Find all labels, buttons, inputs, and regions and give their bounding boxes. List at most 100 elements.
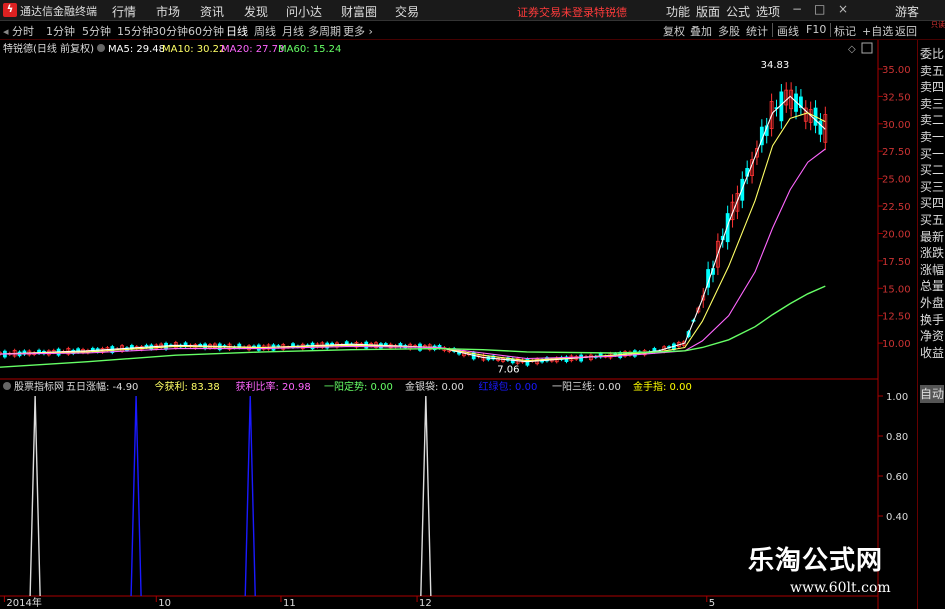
indicator-values: 五日涨幅: -4.90 今获利: 83.38 获利比率: 20.98 一阳定势: 0.… <box>66 380 692 393</box>
candle <box>789 82 794 117</box>
date-axis: 2014年 10 11 12 5 <box>3 596 715 609</box>
chart-corner-buttons: ◇ <box>848 42 873 55</box>
menu-item-options[interactable]: 选项 <box>756 3 780 20</box>
sidebar-item-3[interactable]: 卖三 <box>920 96 945 112</box>
ma10-value: MA10: 30.22 <box>162 44 225 55</box>
indicator-tick-label: 0.60 <box>886 472 908 483</box>
indicator-value: 五日涨幅: -4.90 <box>66 380 138 393</box>
indicator-spike <box>244 395 256 597</box>
period-timeshare[interactable]: ◂ 分时 <box>3 23 34 39</box>
chevron-left-icon: ◂ <box>3 25 9 38</box>
period-30min[interactable]: 30分钟 <box>152 23 188 39</box>
minimize-button[interactable]: − <box>792 2 802 16</box>
ma20-value: MA20: 27.73 <box>221 44 284 55</box>
stock-chart[interactable]: 35.00 32.50 30.00 27.50 25.00 22.50 20.00 17.50… <box>0 40 917 609</box>
sidebar-item-15[interactable]: 外盘 <box>920 295 945 311</box>
menu-item-news[interactable]: 资讯 <box>200 3 224 20</box>
panel-maximize-icon[interactable] <box>861 42 873 54</box>
indicator-spike <box>29 395 41 597</box>
price-tick-label: 30.00 <box>882 120 911 131</box>
sidebar-item-9[interactable]: 买四 <box>920 195 945 211</box>
sidebar-item-10[interactable]: 买五 <box>920 212 945 228</box>
menu-item-function[interactable]: 功能 <box>666 3 690 20</box>
sidebar-item-6[interactable]: 买一 <box>920 146 945 162</box>
toolbar-multistock[interactable]: 多股 <box>718 23 740 39</box>
auto-button[interactable]: 自动 <box>920 385 944 403</box>
toolbar-overlay[interactable]: 叠加 <box>690 23 712 39</box>
right-sidebar: 委比 卖五 卖四 卖三 卖二 卖一 买一 买二 买三 买四 买五 最新 涨跌 涨幅 总量 外盘 换手 净资 收益自动 <box>917 40 945 609</box>
sidebar-item-1[interactable]: 卖五 <box>920 63 945 79</box>
settings-icon[interactable] <box>97 44 105 52</box>
toolbar-divider <box>772 23 773 37</box>
indicator-value: 今获利: 83.38 <box>155 380 220 393</box>
lightning-logo-icon: ϟ <box>3 3 17 17</box>
ma5-value: MA5: 29.48 <box>108 44 165 55</box>
date-tick-label: 11 <box>283 598 296 609</box>
candle <box>784 82 789 113</box>
toolbar-mark[interactable]: 标记 <box>834 23 856 39</box>
ma-line-ma10 <box>0 112 826 362</box>
candle <box>803 100 808 130</box>
indicator-value: 获利比率: 20.98 <box>236 380 311 393</box>
sidebar-item-0[interactable]: 委比 <box>920 46 945 62</box>
maximize-button[interactable]: □ <box>814 2 825 16</box>
sidebar-item-7[interactable]: 买二 <box>920 162 945 178</box>
guest-login[interactable]: 游客 <box>895 3 919 20</box>
watermark-title: 乐淘公式网 <box>748 546 884 576</box>
indicator-value: 一阳定势: 0.00 <box>324 380 393 393</box>
menu-item-trade[interactable]: 交易 <box>395 3 419 20</box>
sidebar-item-12[interactable]: 涨跌 <box>920 245 945 261</box>
close-button[interactable]: × <box>838 2 848 16</box>
period-15min[interactable]: 15分钟 <box>117 23 153 39</box>
sidebar-item-13[interactable]: 涨幅 <box>920 262 945 278</box>
period-toolbar: ◂ 分时 1分钟 5分钟 15分钟 30分钟 60分钟 日线 周线 月线 多周期… <box>0 21 945 40</box>
period-60min[interactable]: 60分钟 <box>188 23 224 39</box>
menu-item-formula[interactable]: 公式 <box>726 3 750 20</box>
settings-icon[interactable] <box>3 382 11 390</box>
sidebar-item-17[interactable]: 净资 <box>920 328 945 344</box>
sidebar-item-2[interactable]: 卖四 <box>920 79 945 95</box>
sidebar-item-8[interactable]: 买三 <box>920 179 945 195</box>
main-header: 特锐德(日线 前复权) MA5: 29.48 MA10: 30.22 MA20:… <box>3 42 341 55</box>
sidebar-item-18[interactable]: 收益 <box>920 345 945 361</box>
price-tick-label: 17.50 <box>882 257 911 268</box>
period-weekly[interactable]: 周线 <box>254 23 276 39</box>
candle <box>818 113 823 143</box>
indicator-tick-label: 0.80 <box>886 432 908 443</box>
sidebar-item-16[interactable]: 换手 <box>920 312 945 328</box>
price-tick-label: 12.50 <box>882 312 911 323</box>
period-5min[interactable]: 5分钟 <box>82 23 111 39</box>
period-monthly[interactable]: 月线 <box>282 23 304 39</box>
indicator-axis: 1.00 0.80 0.60 0.40 <box>878 392 908 523</box>
period-label: 分时 <box>12 25 35 38</box>
toolbar-f10[interactable]: F10 <box>806 23 826 36</box>
sidebar-item-14[interactable]: 总量 <box>920 278 945 294</box>
sidebar-item-11[interactable]: 最新 <box>920 229 945 245</box>
sidebar-item-4[interactable]: 卖二 <box>920 112 945 128</box>
menu-item-layout[interactable]: 版面 <box>696 3 720 20</box>
sidebar-item-5[interactable]: 卖一 <box>920 129 945 145</box>
candle <box>779 84 784 129</box>
toolbar-fuquan[interactable]: 复权 <box>663 23 685 39</box>
menu-item-ask[interactable]: 问小达 <box>286 3 322 20</box>
toolbar-add-favorite[interactable]: +自选 <box>862 23 893 39</box>
toolbar-back[interactable]: 返回 <box>895 23 917 39</box>
toolbar-draw[interactable]: 画线 <box>777 23 799 39</box>
menu-item-market[interactable]: 行情 <box>112 3 136 20</box>
login-notice[interactable]: 证券交易未登录 <box>517 4 594 20</box>
price-annotation: 7.06 <box>497 364 519 375</box>
period-1min[interactable]: 1分钟 <box>46 23 75 39</box>
menu-item-discover[interactable]: 发现 <box>244 3 268 20</box>
diamond-icon[interactable]: ◇ <box>848 44 856 55</box>
app-title: 通达信金融终端 <box>20 5 97 18</box>
period-daily[interactable]: 日线 <box>226 23 248 39</box>
indicator-spikes <box>29 395 432 597</box>
period-more[interactable]: 更多 › <box>343 23 373 39</box>
menu-item-wealth[interactable]: 财富圈 <box>341 3 377 20</box>
period-multi[interactable]: 多周期 <box>308 23 341 39</box>
price-tick-label: 22.50 <box>882 202 911 213</box>
menu-bar: ϟ 通达信金融终端 行情 市场 资讯 发现 问小达 财富圈 交易 证券交易未登录… <box>0 0 945 21</box>
stock-title: 特锐德(日线 前复权) <box>3 42 94 55</box>
menu-item-markets[interactable]: 市场 <box>156 3 180 20</box>
toolbar-stats[interactable]: 统计 <box>746 23 768 39</box>
